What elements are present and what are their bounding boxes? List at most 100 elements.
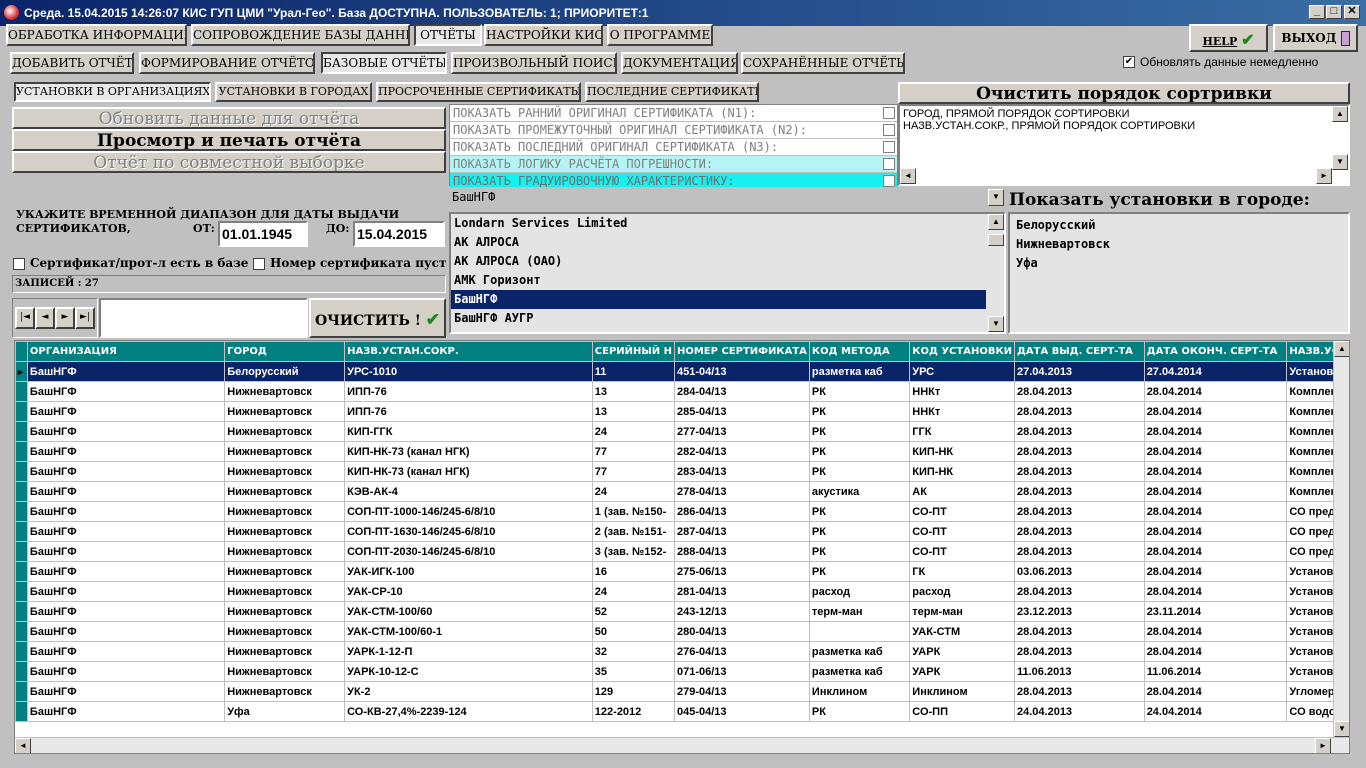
table-cell[interactable]: 11.06.2014: [1143, 661, 1288, 682]
table-cell[interactable]: БашНГФ: [26, 641, 226, 662]
table-cell[interactable]: КИП-НК: [909, 441, 1015, 462]
table-row[interactable]: БашНГФ Нижневартовск КИП-НК-73 (канал НГК)…: [15, 441, 1349, 462]
table-cell[interactable]: расход: [909, 581, 1015, 602]
scroll-down-icon[interactable]: ▼: [988, 316, 1004, 332]
table-cell[interactable]: терм-ман: [909, 601, 1015, 622]
table-cell[interactable]: РК: [808, 401, 911, 422]
table-row[interactable]: ► БашНГФ Белорусский УРС-1010 11 451-04/13 раз…: [15, 361, 1349, 382]
table-cell[interactable]: Нижневартовск: [224, 561, 346, 582]
table-cell[interactable]: разметка каб: [808, 661, 911, 682]
table-cell[interactable]: УАК-СТМ-100/60-1: [344, 621, 593, 642]
tab-documentation[interactable]: ДОКУМЕНТАЦИЯ: [621, 52, 738, 74]
clear-sort-button[interactable]: Очистить порядок сортривки: [898, 82, 1350, 104]
table-cell[interactable]: 129: [591, 681, 675, 702]
table-cell[interactable]: 28.04.2014: [1143, 621, 1288, 642]
table-cell[interactable]: Нижневартовск: [224, 641, 346, 662]
row-indicator[interactable]: [15, 641, 28, 662]
row-indicator[interactable]: [15, 481, 28, 502]
table-cell[interactable]: 27.04.2014: [1143, 361, 1288, 382]
scroll-up-icon[interactable]: ▲: [1332, 106, 1348, 122]
table-cell[interactable]: 243-12/13: [673, 601, 810, 622]
table-cell[interactable]: ННКт: [909, 401, 1015, 422]
table-cell[interactable]: БашНГФ: [26, 361, 226, 382]
table-cell[interactable]: БашНГФ: [26, 661, 226, 682]
table-cell[interactable]: КИП-ГГК: [344, 421, 593, 442]
table-cell[interactable]: КИП-НК-73 (канал НГК): [344, 441, 593, 462]
scroll-left-icon[interactable]: ◄: [900, 168, 916, 184]
menu-db-maintenance[interactable]: СОПРОВОЖДЕНИЕ БАЗЫ ДАННЫХ: [191, 24, 410, 46]
menu-settings[interactable]: НАСТРОЙКИ КИС: [484, 24, 603, 46]
subtab-latest[interactable]: ПОСЛЕДНИЕ СЕРТИФИКАТЫ: [585, 82, 759, 102]
table-cell[interactable]: 77: [591, 461, 675, 482]
sort-item[interactable]: ГОРОД, ПРЯМОЙ ПОРЯДОК СОРТИРОВКИ: [903, 108, 1345, 120]
option-checkbox[interactable]: [883, 124, 895, 136]
table-cell[interactable]: 28.04.2013: [1014, 681, 1145, 702]
tab-free-search[interactable]: ПРОИЗВОЛЬНЫЙ ПОИСК: [451, 52, 617, 74]
column-header[interactable]: ДАТА ОКОНЧ. СЕРТ-ТА: [1143, 341, 1288, 362]
option-n1[interactable]: ПОКАЗАТЬ РАННИЙ ОРИГИНАЛ СЕРТИФИКАТА (N1…: [450, 105, 897, 122]
table-cell[interactable]: 28.04.2014: [1143, 681, 1288, 702]
table-cell[interactable]: 281-04/13: [673, 581, 810, 602]
org-list[interactable]: Londarn Services Limited АК АЛРОСА АК АЛРО…: [449, 212, 1006, 334]
maximize-button[interactable]: □: [1326, 5, 1342, 19]
table-cell[interactable]: УАК-СТМ-100/60: [344, 601, 593, 622]
row-indicator[interactable]: [15, 701, 28, 722]
row-indicator[interactable]: [15, 461, 28, 482]
table-cell[interactable]: РК: [808, 521, 911, 542]
city-item[interactable]: Белорусский: [1013, 216, 1345, 235]
menu-reports[interactable]: ОТЧЁТЫ: [414, 24, 482, 46]
table-cell[interactable]: БашНГФ: [26, 381, 226, 402]
table-cell[interactable]: 28.04.2014: [1143, 541, 1288, 562]
last-record-button[interactable]: ►|: [75, 307, 95, 329]
table-cell[interactable]: 28.04.2014: [1143, 461, 1288, 482]
column-header[interactable]: КОД МЕТОДА: [808, 341, 911, 362]
table-cell[interactable]: 28.04.2013: [1014, 401, 1145, 422]
table-cell[interactable]: 287-04/13: [673, 521, 810, 542]
table-cell[interactable]: БашНГФ: [26, 581, 226, 602]
table-cell[interactable]: 1 (зав. №150-: [591, 501, 675, 522]
table-row[interactable]: БашНГФ Нижневартовск СОП-ПТ-1630-146/245-6…: [15, 521, 1349, 542]
table-cell[interactable]: 13: [591, 381, 675, 402]
table-cell[interactable]: 286-04/13: [673, 501, 810, 522]
scroll-down-icon[interactable]: ▼: [1332, 154, 1348, 170]
table-row[interactable]: БашНГФ Нижневартовск УАК-СР-10 24 281-04/13 р…: [15, 581, 1349, 602]
org-list-item[interactable]: АК АЛРОСА: [451, 233, 986, 252]
table-cell[interactable]: 52: [591, 601, 675, 622]
scroll-thumb[interactable]: [988, 234, 1004, 246]
table-cell[interactable]: 28.04.2014: [1143, 421, 1288, 442]
table-cell[interactable]: 288-04/13: [673, 541, 810, 562]
table-cell[interactable]: АК: [909, 481, 1015, 502]
table-cell[interactable]: Нижневартовск: [224, 441, 346, 462]
column-header[interactable]: ГОРОД: [224, 341, 346, 362]
city-item[interactable]: Нижневартовск: [1013, 235, 1345, 254]
table-cell[interactable]: 276-04/13: [673, 641, 810, 662]
table-row[interactable]: БашНГФ Нижневартовск УАРК-1-12-П 32 276-04/1…: [15, 641, 1349, 662]
option-n2[interactable]: ПОКАЗАТЬ ПРОМЕЖУТОЧНЫЙ ОРИГИНАЛ СЕРТИФИК…: [450, 122, 897, 139]
table-cell[interactable]: УРС-1010: [344, 361, 593, 382]
table-cell[interactable]: Нижневартовск: [224, 681, 346, 702]
table-cell[interactable]: 284-04/13: [673, 381, 810, 402]
row-indicator[interactable]: [15, 521, 28, 542]
org-list-item[interactable]: АМК Горизонт: [451, 271, 986, 290]
option-error-logic[interactable]: ПОКАЗАТЬ ЛОГИКУ РАСЧЁТА ПОГРЕШНОСТИ:: [450, 156, 897, 173]
table-cell[interactable]: разметка каб: [808, 361, 911, 382]
table-cell[interactable]: Инклином: [808, 681, 911, 702]
data-grid[interactable]: ОРГАНИЗАЦИЯ ГОРОД НАЗВ.УСТАН.СОКР. СЕРИЙНЫЙ…: [14, 340, 1350, 754]
column-header[interactable]: ОРГАНИЗАЦИЯ: [26, 341, 226, 362]
table-cell[interactable]: [808, 621, 911, 642]
dropdown-arrow-icon[interactable]: ▼: [988, 189, 1004, 206]
table-cell[interactable]: разметка каб: [808, 641, 911, 662]
date-from-input[interactable]: 01.01.1945: [218, 221, 308, 247]
table-cell[interactable]: БашНГФ: [26, 401, 226, 422]
table-cell[interactable]: 28.04.2014: [1143, 581, 1288, 602]
table-cell[interactable]: УАРК-10-12-С: [344, 661, 593, 682]
table-cell[interactable]: 32: [591, 641, 675, 662]
table-cell[interactable]: УК-2: [344, 681, 593, 702]
table-cell[interactable]: СО-ПТ: [909, 521, 1015, 542]
row-indicator[interactable]: [15, 621, 28, 642]
first-record-button[interactable]: |◄: [15, 307, 35, 329]
table-row[interactable]: БашНГФ Нижневартовск КЭВ-АК-4 24 278-04/13 ак…: [15, 481, 1349, 502]
cert-exists-checkbox[interactable]: [13, 258, 25, 270]
table-cell[interactable]: Нижневартовск: [224, 481, 346, 502]
table-cell[interactable]: 35: [591, 661, 675, 682]
